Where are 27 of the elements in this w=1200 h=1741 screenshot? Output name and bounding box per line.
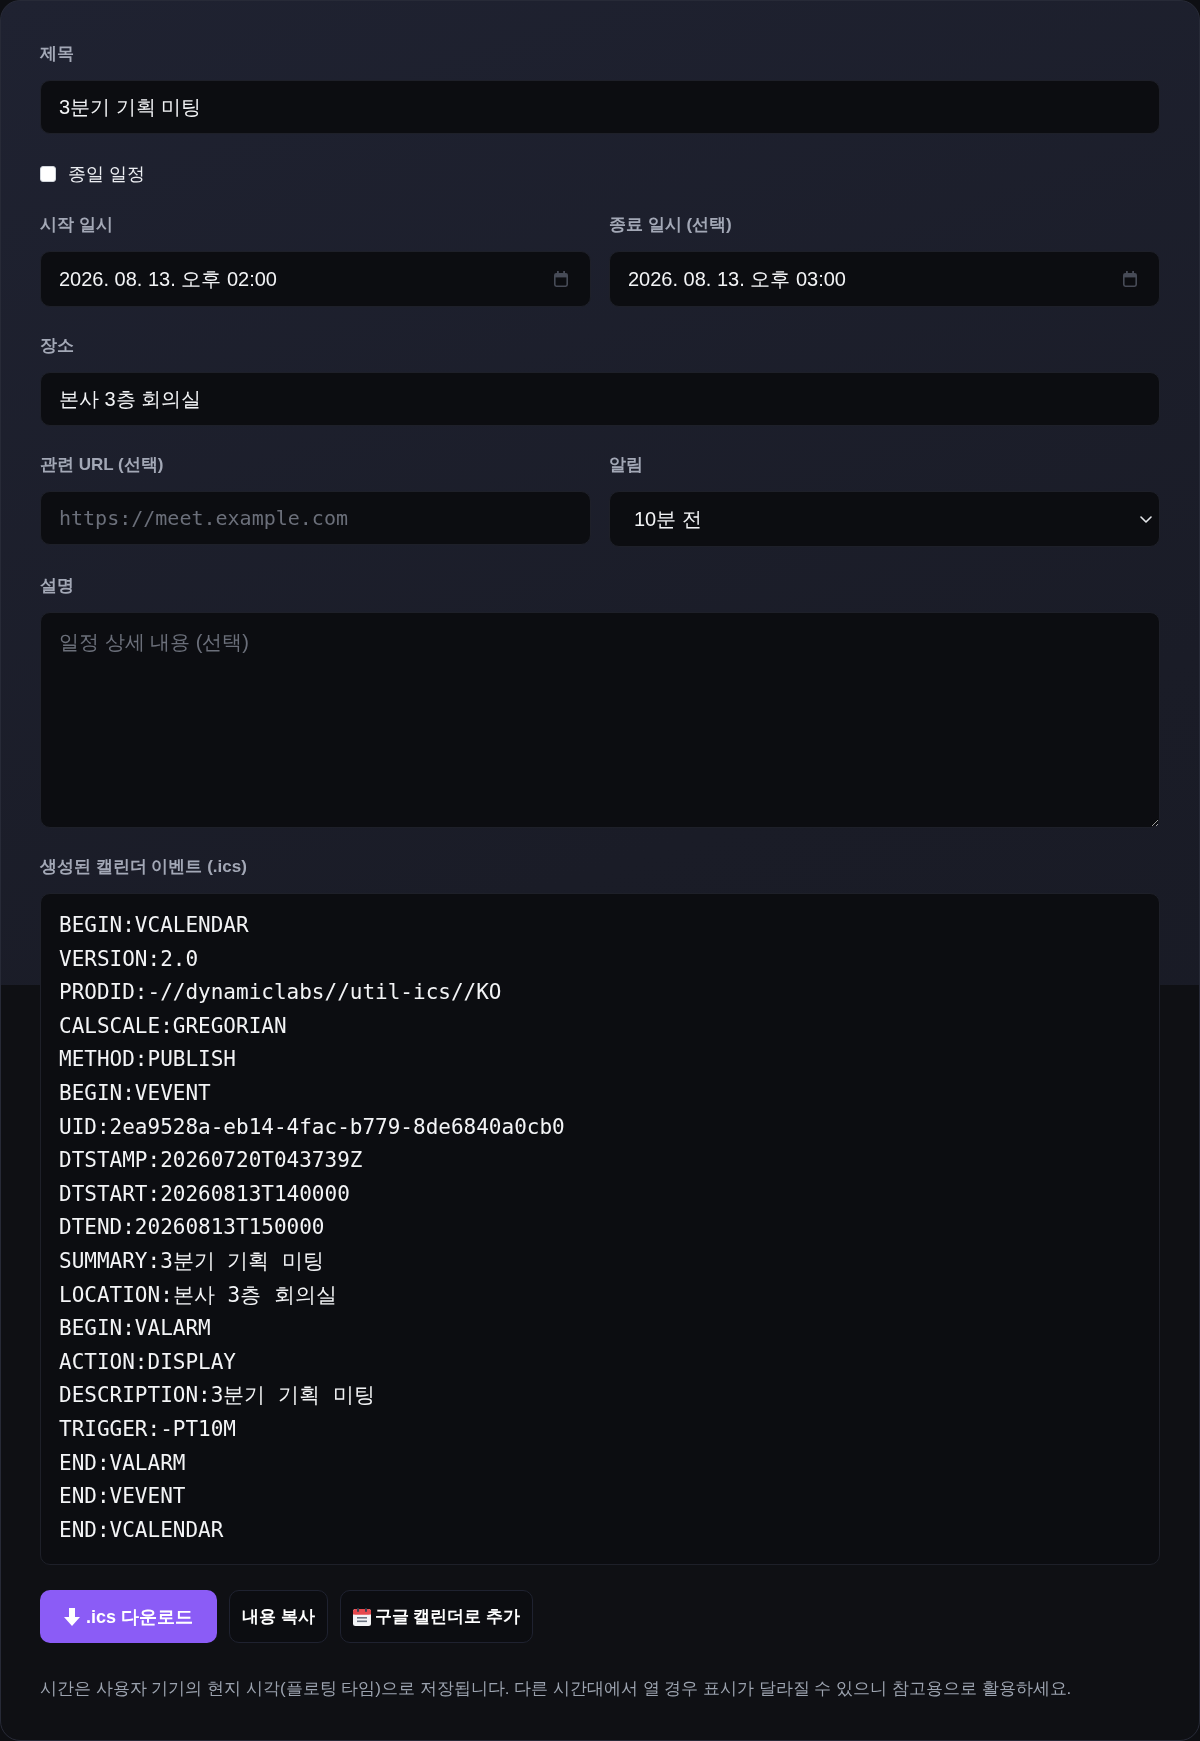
field-label: 생성된 캘린더 이벤트 (.ics) <box>40 856 248 878</box>
dropdown[interactable]: 10분 전 <box>609 491 1160 547</box>
checkbox[interactable] <box>40 166 56 182</box>
field-label: 제목 <box>40 43 75 65</box>
field-label: 시작 일시 <box>40 214 114 236</box>
text-input[interactable]: 3분기 기획 미팅 <box>40 80 1160 134</box>
field-label: 알림 <box>609 454 644 476</box>
calendar-icon <box>352 1607 371 1626</box>
calendar-icon <box>554 271 568 287</box>
text-input[interactable]: 본사 3층 회의실 <box>40 372 1160 426</box>
field-label: 종료 일시 (선택) <box>609 214 733 236</box>
date-time-field[interactable]: 2026. 08. 13. 오후 02:00 <box>40 251 591 307</box>
field-label: 장소 <box>40 335 75 357</box>
ics-code-block: BEGIN:VCALENDAR VERSION:2.0 PRODID:-//dynamiclabs//util-ics//KO CALSCALE:GREGORIAN METHOD:PUBLISH BEGIN:VEVENT UID:2ea9528a-eb14-4fac-b779-8de6840a0cb0 DTSTAMP:20260720T043739Z DTSTART:20260813T140000 DTEND:20260813T150000 SUMMARY:3분기 기획 미팅 LOCATION:본사 3층 회의실 BEGIN:VALARM ACTION:DISPLAY DESCRIPTION:3분기 기획 미팅 TRIGGER:-PT10M END:VALARM END:VEVENT END:VCALENDAR <box>40 893 1160 1566</box>
text-area[interactable]: 일정 상세 내용 (선택) <box>40 612 1160 828</box>
calendar-icon <box>1123 271 1137 287</box>
download-arrow-icon <box>64 1607 80 1626</box>
field-label: 관련 URL (선택) <box>40 454 165 476</box>
checkbox-label[interactable]: 종일 일정 <box>68 162 145 186</box>
chevron-down-icon <box>1140 515 1152 523</box>
date-time-field[interactable]: 2026. 08. 13. 오후 03:00 <box>609 251 1160 307</box>
field-label: 설명 <box>40 575 75 597</box>
copy-button[interactable]: 내용 복사 <box>229 1590 328 1644</box>
download-button[interactable]: .ics 다운로드 <box>40 1590 218 1644</box>
add-to-calendar-button[interactable]: 구글 캘린더로 추가 <box>339 1590 534 1644</box>
url-input[interactable]: https://meet.example.com <box>40 491 591 545</box>
footnote-text: 시간은 사용자 기기의 현지 시각(플로팅 타임)으로 저장됩니다. 다른 시간대에서 열 경우 표시가 달라질 수 있으니 참고용으로 활용하세요. <box>40 1678 1073 1701</box>
